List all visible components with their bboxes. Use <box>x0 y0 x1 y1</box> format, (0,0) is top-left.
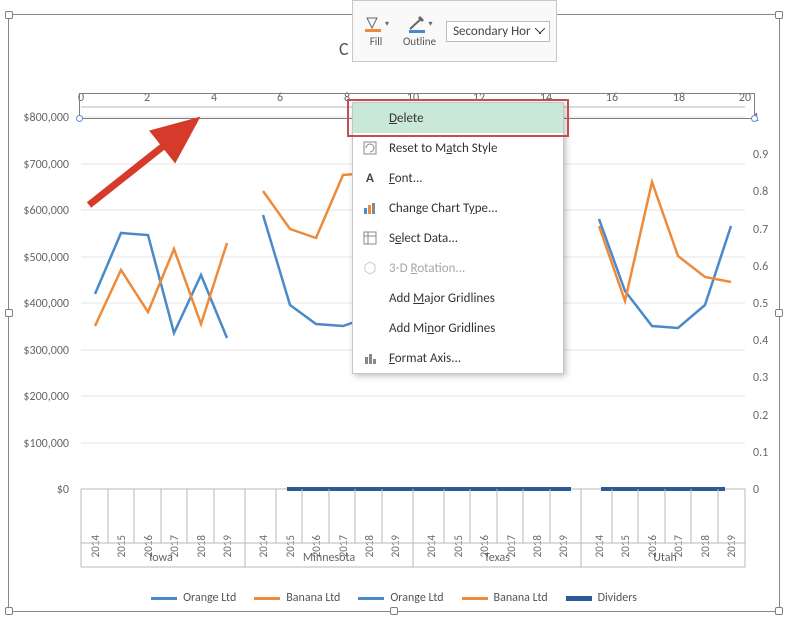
reset-icon <box>361 141 379 155</box>
chart-type-icon <box>361 201 379 215</box>
svg-text:0.1: 0.1 <box>753 446 768 460</box>
svg-text:2015: 2015 <box>452 535 465 557</box>
svg-text:$800,000: $800,000 <box>23 111 69 125</box>
svg-text:$600,000: $600,000 <box>23 204 69 218</box>
outline-icon <box>407 15 427 33</box>
fill-button[interactable]: ▾ Fill <box>359 13 393 50</box>
svg-text:Texas: Texas <box>484 551 510 565</box>
menu-add-major-gridlines[interactable]: Add Major Gridlines <box>353 283 563 313</box>
menu-3d-rotation: 3-D Rotation... <box>353 253 563 283</box>
callout-highlight <box>347 99 569 137</box>
svg-text:2015: 2015 <box>619 535 632 557</box>
chart-legend[interactable]: Orange Ltd Banana Ltd Orange Ltd Banana … <box>9 591 779 605</box>
select-data-icon <box>361 231 379 245</box>
fill-icon <box>363 15 383 33</box>
menu-reset-style[interactable]: Reset to Match Style <box>353 133 563 163</box>
context-menu[interactable]: Delete Reset to Match Style A Font... Ch… <box>352 102 564 374</box>
font-icon: A <box>361 171 379 186</box>
svg-text:$300,000: $300,000 <box>23 344 69 358</box>
mini-toolbar[interactable]: ▾ Fill ▾ Outline Secondary Hor <box>352 0 557 62</box>
svg-text:0.4: 0.4 <box>753 334 768 348</box>
chart-title: C <box>339 38 349 60</box>
svg-text:$400,000: $400,000 <box>23 297 69 311</box>
svg-text:0: 0 <box>753 483 759 497</box>
svg-text:2014: 2014 <box>425 535 438 558</box>
svg-text:0.5: 0.5 <box>753 297 768 311</box>
selection-handle[interactable] <box>751 115 758 122</box>
menu-change-chart-type[interactable]: Change Chart Type... <box>353 193 563 223</box>
svg-text:2014: 2014 <box>257 535 270 558</box>
secondary-y-axis[interactable]: 0 0.1 0.2 0.3 0.4 0.5 0.6 0.7 0.8 0.9 1 <box>753 111 768 497</box>
svg-text:Iowa: Iowa <box>149 551 173 565</box>
primary-y-axis[interactable]: $0 $100,000 $200,000 $300,000 $400,000 $… <box>23 111 69 497</box>
svg-text:$500,000: $500,000 <box>23 251 69 265</box>
legend-item[interactable]: Orange Ltd <box>358 591 443 605</box>
svg-text:2018: 2018 <box>531 535 544 558</box>
svg-text:$0: $0 <box>57 483 69 497</box>
svg-text:2014: 2014 <box>89 535 102 558</box>
svg-text:2019: 2019 <box>221 535 234 558</box>
svg-text:0.6: 0.6 <box>753 260 768 274</box>
legend-item[interactable]: Banana Ltd <box>462 591 548 605</box>
svg-text:$200,000: $200,000 <box>23 390 69 404</box>
legend-item[interactable]: Orange Ltd <box>151 591 236 605</box>
svg-text:2018: 2018 <box>699 535 712 558</box>
svg-text:2018: 2018 <box>195 535 208 558</box>
rotation-icon <box>361 261 379 275</box>
selection-handle[interactable] <box>76 115 83 122</box>
svg-text:0.8: 0.8 <box>753 185 768 199</box>
menu-select-data[interactable]: Select Data... <box>353 223 563 253</box>
svg-text:2015: 2015 <box>284 535 297 557</box>
format-axis-icon <box>361 351 379 365</box>
svg-text:$700,000: $700,000 <box>23 158 69 172</box>
svg-text:0.2: 0.2 <box>753 409 768 423</box>
svg-text:0.9: 0.9 <box>753 148 768 162</box>
svg-text:2018: 2018 <box>363 535 376 558</box>
svg-text:2015: 2015 <box>115 535 128 557</box>
svg-text:2014: 2014 <box>593 535 606 558</box>
svg-text:0.3: 0.3 <box>753 371 768 385</box>
svg-text:2019: 2019 <box>389 535 402 558</box>
outline-button[interactable]: ▾ Outline <box>399 13 440 50</box>
menu-add-minor-gridlines[interactable]: Add Minor Gridlines <box>353 313 563 343</box>
chevron-down-icon: ▾ <box>429 19 433 29</box>
menu-delete[interactable]: Delete <box>353 103 563 133</box>
menu-format-axis[interactable]: Format Axis... <box>353 343 563 373</box>
svg-text:Minnesota: Minnesota <box>303 551 355 565</box>
svg-text:0.7: 0.7 <box>753 223 768 237</box>
svg-text:Utah: Utah <box>653 551 677 565</box>
menu-font[interactable]: A Font... <box>353 163 563 193</box>
legend-item[interactable]: Banana Ltd <box>254 591 340 605</box>
svg-text:$100,000: $100,000 <box>23 437 69 451</box>
chart-element-selector[interactable]: Secondary Hor <box>446 21 549 42</box>
svg-text:2019: 2019 <box>557 535 570 558</box>
chevron-down-icon: ▾ <box>385 19 389 29</box>
svg-text:2019: 2019 <box>725 535 738 558</box>
legend-item[interactable]: Dividers <box>566 591 637 605</box>
